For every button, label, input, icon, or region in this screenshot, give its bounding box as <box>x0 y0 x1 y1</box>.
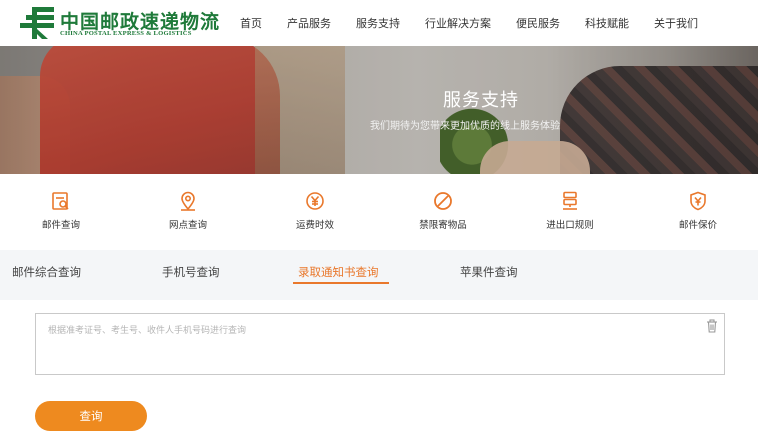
nav-item-solutions[interactable]: 行业解决方案 <box>425 15 491 31</box>
banner-subtitle: 我们期待为您带来更加优质的线上服务体验 <box>370 121 560 132</box>
nav-item-technology[interactable]: 科技赋能 <box>585 15 629 31</box>
service-label: 网点查询 <box>168 220 207 231</box>
tab-phone-query[interactable]: 手机号查询 <box>162 264 220 280</box>
nav-item-public-services[interactable]: 便民服务 <box>516 15 560 31</box>
nav-item-products[interactable]: 产品服务 <box>287 15 331 31</box>
yuan-coin-icon <box>306 192 324 210</box>
tab-mail-general[interactable]: 邮件综合查询 <box>12 264 81 280</box>
service-freight-time[interactable]: 运费时效 <box>265 182 365 242</box>
service-outlet-search[interactable]: 网点查询 <box>138 182 238 242</box>
service-label: 邮件保价 <box>678 220 717 231</box>
active-tab-indicator <box>293 282 389 284</box>
banner-overlay <box>0 46 758 174</box>
query-tabs: 邮件综合查询 手机号查询 录取通知书查询 苹果件查询 <box>0 250 758 300</box>
service-label: 运费时效 <box>295 220 334 231</box>
query-button[interactable]: 查询 <box>35 401 147 431</box>
china-post-logo-icon <box>20 7 54 39</box>
service-import-export-rules[interactable]: 进出口规则 <box>520 182 620 242</box>
logo[interactable]: 中国邮政速递物流 CHINA POSTAL EXPRESS & LOGISTIC… <box>18 5 228 41</box>
banner-title: 服务支持 <box>443 90 519 111</box>
hero-banner: 服务支持 我们期待为您带来更加优质的线上服务体验 <box>0 46 758 174</box>
nav-item-support[interactable]: 服务支持 <box>356 15 400 31</box>
service-label: 进出口规则 <box>546 220 594 231</box>
service-mail-insurance[interactable]: 邮件保价 <box>648 182 748 242</box>
query-textarea[interactable] <box>36 314 724 374</box>
tab-admission-notice[interactable]: 录取通知书查询 <box>298 264 379 280</box>
service-label: 禁限寄物品 <box>419 220 467 231</box>
location-pin-icon <box>181 191 195 211</box>
site-header: 中国邮政速递物流 CHINA POSTAL EXPRESS & LOGISTIC… <box>0 0 758 46</box>
service-label: 邮件查询 <box>41 220 80 231</box>
customs-rule-icon <box>563 191 577 210</box>
mail-search-icon <box>52 192 69 210</box>
logo-name-en: CHINA POSTAL EXPRESS & LOGISTICS <box>60 30 192 37</box>
service-mail-search[interactable]: 邮件查询 <box>11 182 111 242</box>
main-nav: 首页 产品服务 服务支持 行业解决方案 便民服务 科技赋能 关于我们 <box>240 0 723 46</box>
trash-icon[interactable] <box>706 319 718 333</box>
tab-apple-parcel[interactable]: 苹果件查询 <box>460 264 518 280</box>
prohibited-icon <box>434 192 452 210</box>
nav-item-home[interactable]: 首页 <box>240 15 262 31</box>
shield-yuan-icon <box>690 191 706 211</box>
service-shortcuts: 邮件查询 网点查询 运费时效 禁限寄物品 进出口规则 邮件保价 <box>0 182 758 244</box>
query-input-box <box>35 313 725 375</box>
nav-item-about[interactable]: 关于我们 <box>654 15 698 31</box>
service-prohibited-items[interactable]: 禁限寄物品 <box>393 182 493 242</box>
